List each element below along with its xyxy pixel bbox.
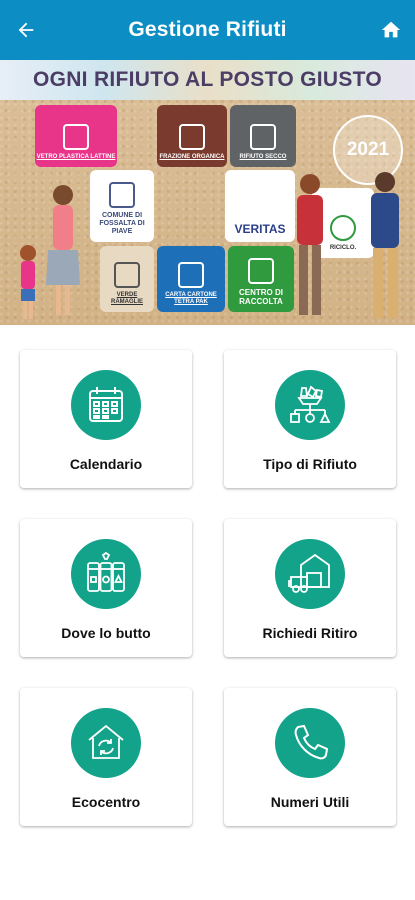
- bottles-icon: [63, 124, 89, 150]
- puzzle-piece-comune: COMUNE DI FOSSALTA DI PIAVE: [90, 170, 154, 242]
- recycle-icon: [248, 258, 274, 284]
- puzzle-piece-dry: RIFIUTO SECCO: [230, 105, 296, 167]
- menu-tile-label: Dove lo butto: [61, 625, 151, 641]
- recycling-house-icon: [71, 708, 141, 778]
- branches-icon: [114, 262, 140, 288]
- menu-tile-label: Tipo di Rifiuto: [263, 456, 357, 472]
- menu-tile-label: Richiedi Ritiro: [262, 625, 358, 641]
- menu-tile-numeri-utili[interactable]: Numeri Utili: [224, 688, 396, 826]
- puzzle-piece-glass-plastic: VETRO PLASTICA LATTINE: [35, 105, 117, 167]
- waste-sorting-icon: [275, 370, 345, 440]
- arrow-left-icon: [18, 22, 34, 38]
- menu-tile-dove-lo-butto[interactable]: Dove lo butto: [20, 519, 192, 657]
- back-button[interactable]: [10, 14, 42, 46]
- paper-icon: [178, 262, 204, 288]
- home-icon: [381, 21, 401, 38]
- crest-icon: [109, 182, 135, 208]
- calendar-icon: [71, 370, 141, 440]
- organic-icon: [179, 124, 205, 150]
- home-button[interactable]: [375, 14, 407, 46]
- puzzle-piece-organic: FRAZIONE ORGANICA: [157, 105, 227, 167]
- puzzle-piece-paper: CARTA CARTONE TETRA PAK: [157, 246, 225, 312]
- page-title: Gestione Rifiuti: [128, 18, 287, 41]
- menu-tile-richiedi-ritiro[interactable]: Richiedi Ritiro: [224, 519, 396, 657]
- waste-bins-icon: [71, 539, 141, 609]
- banner-image: OGNI RIFIUTO AL POSTO GIUSTO VETRO PLAST…: [0, 60, 415, 325]
- menu-tile-label: Ecocentro: [71, 794, 141, 810]
- menu-tile-label: Numeri Utili: [270, 794, 350, 810]
- phone-icon: [275, 708, 345, 778]
- pickup-truck-icon: [275, 539, 345, 609]
- banner-headline: OGNI RIFIUTO AL POSTO GIUSTO: [32, 68, 383, 91]
- men-illustration: [297, 172, 399, 318]
- puzzle-piece-green: VERDE RAMAGLIE: [100, 246, 154, 312]
- menu-tile-calendario[interactable]: Calendario: [20, 350, 192, 488]
- menu-tile-tipo-di-rifiuto[interactable]: Tipo di Rifiuto: [224, 350, 396, 488]
- menu-tile-label: Calendario: [69, 456, 143, 472]
- app-bar: Gestione Rifiuti: [0, 0, 415, 60]
- family-illustration: [20, 185, 80, 319]
- dry-waste-icon: [250, 124, 276, 150]
- menu-tile-ecocentro[interactable]: Ecocentro: [20, 688, 192, 826]
